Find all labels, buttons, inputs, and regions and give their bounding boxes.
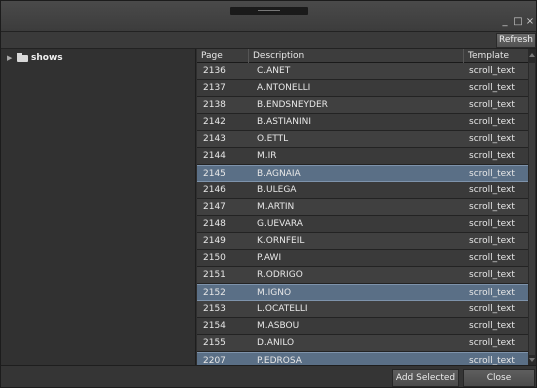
cell-template: scroll_text xyxy=(469,83,515,93)
column-header-description[interactable]: Description xyxy=(249,49,464,63)
table-row[interactable]: 2146 B.ULEGA scroll_text xyxy=(197,182,528,199)
cell-page: 2142 xyxy=(203,117,226,127)
cell-template: scroll_text xyxy=(469,338,515,348)
cell-template: scroll_text xyxy=(469,202,515,212)
cell-page: 2207 xyxy=(203,356,226,365)
table-row[interactable]: 2143 O.ETTL scroll_text xyxy=(197,131,528,148)
table-row[interactable]: 2153 L.OCATELLI scroll_text xyxy=(197,301,528,318)
cell-description: B.ENDSNEYDER xyxy=(257,100,328,110)
refresh-button[interactable]: Refresh xyxy=(496,33,536,48)
table-row[interactable]: 2136 C.ANET scroll_text xyxy=(197,63,528,80)
cell-template: scroll_text xyxy=(469,66,515,76)
table-row[interactable]: 2148 G.UEVARA scroll_text xyxy=(197,216,528,233)
cell-description: B.ASTIANINI xyxy=(257,117,311,127)
drag-handle[interactable] xyxy=(230,7,308,15)
table-row[interactable]: 2147 M.ARTIN scroll_text xyxy=(197,199,528,216)
cell-page: 2152 xyxy=(203,288,226,298)
cell-description: R.ODRIGO xyxy=(257,270,303,280)
table-row[interactable]: 2145 B.AGNAIA scroll_text xyxy=(197,165,528,182)
cell-description: B.AGNAIA xyxy=(257,169,301,179)
cell-page: 2143 xyxy=(203,134,226,144)
table-row[interactable]: 2150 P.AWI scroll_text xyxy=(197,250,528,267)
cell-template: scroll_text xyxy=(469,236,515,246)
cell-template: scroll_text xyxy=(469,219,515,229)
scroll-down-arrow-icon[interactable] xyxy=(529,358,535,362)
tree-item-label: shows xyxy=(31,53,63,63)
maximize-button[interactable]: □ xyxy=(512,16,524,28)
table-row[interactable]: 2152 M.IGNO scroll_text xyxy=(197,284,528,301)
cell-page: 2154 xyxy=(203,321,226,331)
cell-page: 2155 xyxy=(203,338,226,348)
table-row[interactable]: 2144 M.IR scroll_text xyxy=(197,148,528,165)
cell-page: 2148 xyxy=(203,219,226,229)
folder-icon xyxy=(17,53,28,62)
cell-template: scroll_text xyxy=(469,270,515,280)
cell-page: 2145 xyxy=(203,169,226,179)
title-bar[interactable]: _ □ × xyxy=(1,1,536,32)
show-tree: ▶ shows xyxy=(1,49,196,365)
table-row[interactable]: 2149 K.ORNFEIL scroll_text xyxy=(197,233,528,250)
scroll-up-arrow-icon[interactable] xyxy=(529,53,535,57)
add-selected-button[interactable]: Add Selected xyxy=(392,369,459,387)
cell-description: M.ASBOU xyxy=(257,321,300,331)
table-row[interactable]: 2138 B.ENDSNEYDER scroll_text xyxy=(197,97,528,114)
table-row[interactable]: 2151 R.ODRIGO scroll_text xyxy=(197,267,528,284)
column-header-page[interactable]: Page xyxy=(197,49,249,63)
table-row[interactable]: 2155 D.ANILO scroll_text xyxy=(197,335,528,352)
cell-description: B.ULEGA xyxy=(257,185,297,195)
cell-page: 2153 xyxy=(203,304,226,314)
cell-description: C.ANET xyxy=(257,66,291,76)
table-header: Page Description Template xyxy=(197,49,528,63)
cell-page: 2150 xyxy=(203,253,226,263)
vertical-scrollbar[interactable] xyxy=(528,49,536,365)
cell-description: P.AWI xyxy=(257,253,282,263)
triangle-right-icon[interactable]: ▶ xyxy=(7,51,12,66)
cell-template: scroll_text xyxy=(469,185,515,195)
cell-template: scroll_text xyxy=(469,100,515,110)
cell-page: 2144 xyxy=(203,151,226,161)
cell-template: scroll_text xyxy=(469,134,515,144)
cell-description: M.ARTIN xyxy=(257,202,295,212)
cell-template: scroll_text xyxy=(469,304,515,314)
cell-page: 2138 xyxy=(203,100,226,110)
cell-page: 2146 xyxy=(203,185,226,195)
cell-template: scroll_text xyxy=(469,288,515,298)
table-row[interactable]: 2142 B.ASTIANINI scroll_text xyxy=(197,114,528,131)
cell-page: 2136 xyxy=(203,66,226,76)
cell-description: P.EDROSA xyxy=(257,356,302,365)
pages-table: Page Description Template 2136 C.ANET scro… xyxy=(197,49,528,365)
cell-template: scroll_text xyxy=(469,169,515,179)
toolbar: Refresh xyxy=(1,32,536,49)
cell-page: 2149 xyxy=(203,236,226,246)
footer-bar: Add Selected Close xyxy=(1,365,536,387)
table-row[interactable]: 2207 P.EDROSA scroll_text xyxy=(197,352,528,365)
cell-template: scroll_text xyxy=(469,356,515,365)
scroll-thumb[interactable] xyxy=(529,63,535,355)
cell-template: scroll_text xyxy=(469,253,515,263)
cell-description: L.OCATELLI xyxy=(257,304,308,314)
cell-description: O.ETTL xyxy=(257,134,289,144)
cell-description: D.ANILO xyxy=(257,338,295,348)
cell-template: scroll_text xyxy=(469,117,515,127)
cell-description: M.IR xyxy=(257,151,277,161)
minimize-button[interactable]: _ xyxy=(499,16,511,28)
cell-template: scroll_text xyxy=(469,321,515,331)
window-close-button[interactable]: × xyxy=(524,16,536,28)
show-browser-window: _ □ × Refresh ▶ shows Page Description T… xyxy=(0,0,537,388)
tree-item-shows[interactable]: ▶ shows xyxy=(1,51,196,66)
close-button[interactable]: Close xyxy=(463,369,535,387)
cell-description: G.UEVARA xyxy=(257,219,303,229)
table-row[interactable]: 2154 M.ASBOU scroll_text xyxy=(197,318,528,335)
cell-page: 2147 xyxy=(203,202,226,212)
cell-description: M.IGNO xyxy=(257,288,292,298)
cell-description: K.ORNFEIL xyxy=(257,236,305,246)
cell-template: scroll_text xyxy=(469,151,515,161)
cell-page: 2151 xyxy=(203,270,226,280)
cell-page: 2137 xyxy=(203,83,226,93)
column-header-template[interactable]: Template xyxy=(464,49,528,63)
table-row[interactable]: 2137 A.NTONELLI scroll_text xyxy=(197,80,528,97)
cell-description: A.NTONELLI xyxy=(257,83,311,93)
